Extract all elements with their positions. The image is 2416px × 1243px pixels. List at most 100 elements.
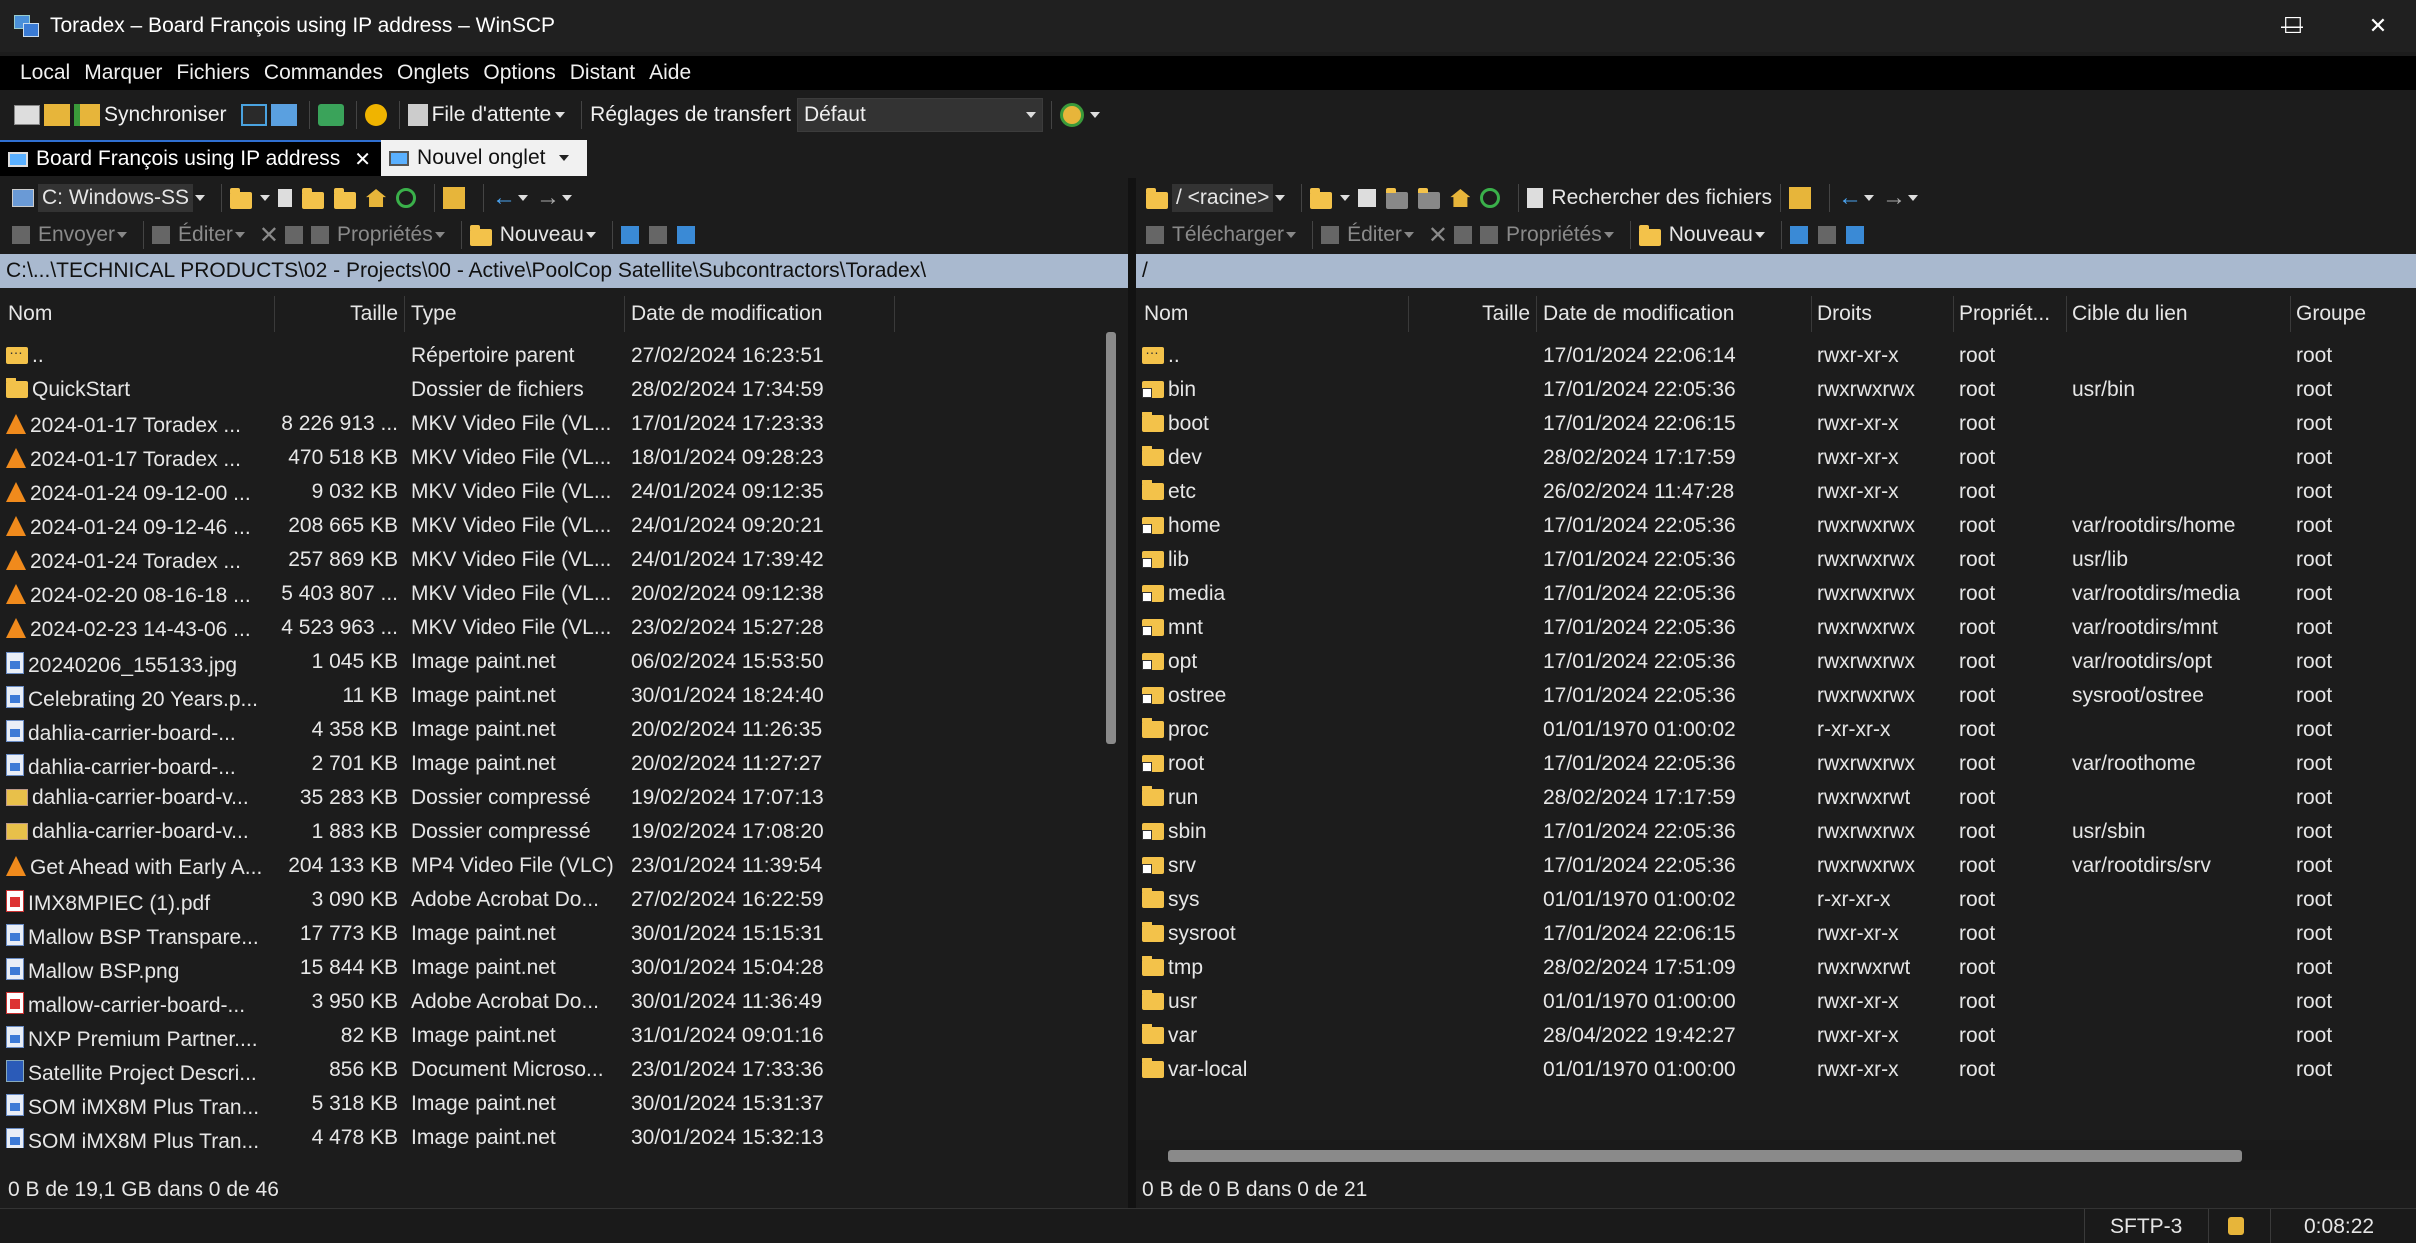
close-button[interactable]: ✕ bbox=[2340, 0, 2416, 52]
unselect-icon[interactable] bbox=[648, 226, 667, 244]
column-divider[interactable] bbox=[274, 296, 275, 332]
root-directory-icon[interactable] bbox=[1418, 187, 1441, 209]
column-group[interactable]: Groupe bbox=[2296, 302, 2366, 326]
new-folder-icon[interactable] bbox=[469, 224, 492, 246]
column-type[interactable]: Type bbox=[411, 302, 457, 326]
column-divider[interactable] bbox=[894, 296, 895, 332]
new-folder-icon[interactable] bbox=[1638, 224, 1661, 246]
upload-icon[interactable] bbox=[12, 226, 30, 244]
root-directory-icon[interactable] bbox=[334, 187, 357, 209]
new-button[interactable]: Nouveau bbox=[500, 223, 584, 247]
find-files-button[interactable]: Rechercher des fichiers bbox=[1551, 186, 1772, 210]
table-row[interactable]: Mallow BSP Transpare... 17 773 KB Image pa… bbox=[0, 918, 1100, 952]
file-filter-icon[interactable] bbox=[278, 189, 293, 207]
queue-dropdown-arrow-icon[interactable] bbox=[555, 112, 566, 118]
table-row[interactable]: dahlia-carrier-board-... 4 358 KB Image pa… bbox=[0, 714, 1100, 748]
delete-icon[interactable]: ✕ bbox=[259, 221, 279, 250]
table-row[interactable]: srv 17/01/2024 22:05:36 rwxrwxrwx root var/r… bbox=[1136, 850, 2416, 884]
transfer-mode-dropdown-arrow-icon[interactable] bbox=[1089, 112, 1100, 118]
column-divider[interactable] bbox=[1811, 296, 1812, 332]
home-icon[interactable] bbox=[366, 189, 387, 207]
column-size[interactable]: Taille bbox=[1414, 302, 1530, 326]
new-tab-dropdown-icon[interactable] bbox=[559, 155, 570, 161]
table-row[interactable]: home 17/01/2024 22:05:36 rwxrwxrwx root var/… bbox=[1136, 510, 2416, 544]
table-row[interactable]: .. 17/01/2024 22:06:14 rwxr-xr-x root root bbox=[1136, 340, 2416, 374]
console-icon[interactable] bbox=[240, 104, 267, 126]
table-row[interactable]: sbin 17/01/2024 22:05:36 rwxrwxrwx root usr/… bbox=[1136, 816, 2416, 850]
table-row[interactable]: 2024-01-17 Toradex ... 470 518 KB MKV Vide… bbox=[0, 442, 1100, 476]
column-name[interactable]: Nom bbox=[8, 302, 52, 326]
forward-arrow-icon[interactable]: → bbox=[1882, 184, 1906, 212]
transfer-mode-icon[interactable] bbox=[1059, 103, 1084, 127]
table-row[interactable]: Celebrating 20 Years.p... 11 KB Image pain… bbox=[0, 680, 1100, 714]
home-icon[interactable] bbox=[1450, 189, 1471, 207]
lock-icon[interactable] bbox=[2228, 1217, 2244, 1235]
menu-distant[interactable]: Distant bbox=[570, 61, 635, 85]
edit-icon[interactable] bbox=[1321, 226, 1340, 244]
find-files-icon[interactable] bbox=[443, 187, 466, 209]
synchronize-icon[interactable] bbox=[74, 104, 100, 126]
preferences-gear-icon[interactable] bbox=[364, 104, 387, 126]
column-divider[interactable] bbox=[2066, 296, 2067, 332]
table-row[interactable]: proc 01/01/1970 01:00:02 r-xr-xr-x root root bbox=[1136, 714, 2416, 748]
table-row[interactable]: mnt 17/01/2024 22:05:36 rwxrwxrwx root var/r… bbox=[1136, 612, 2416, 646]
back-dropdown-icon[interactable] bbox=[1864, 195, 1874, 201]
column-divider[interactable] bbox=[1408, 296, 1409, 332]
new-dropdown-icon[interactable] bbox=[585, 232, 596, 238]
local-path-bar[interactable]: C:\...\TECHNICAL PRODUCTS\02 - Projects\… bbox=[0, 254, 1128, 288]
table-row[interactable]: opt 17/01/2024 22:05:36 rwxrwxrwx root var/r… bbox=[1136, 646, 2416, 680]
transfer-settings-select[interactable]: Défaut bbox=[796, 98, 1043, 132]
upload-dropdown-icon[interactable] bbox=[117, 232, 128, 238]
local-scrollbar-thumb[interactable] bbox=[1106, 332, 1116, 744]
table-row[interactable]: 2024-02-23 14-43-06 ... 4 523 963 ... MKV … bbox=[0, 612, 1100, 646]
forward-dropdown-icon[interactable] bbox=[562, 195, 573, 201]
synchronize-browsing-icon[interactable] bbox=[44, 104, 70, 126]
table-row[interactable]: 2024-01-17 Toradex ... 8 226 913 ... MKV V… bbox=[0, 408, 1100, 442]
open-directory-icon[interactable] bbox=[230, 187, 253, 209]
column-divider[interactable] bbox=[2290, 296, 2291, 332]
edit-button[interactable]: Éditer bbox=[178, 223, 233, 247]
menu-options[interactable]: Options bbox=[483, 61, 555, 85]
tab-close-icon[interactable]: ✕ bbox=[354, 147, 371, 172]
download-dropdown-icon[interactable] bbox=[1286, 232, 1297, 238]
table-row[interactable]: tmp 28/02/2024 17:51:09 rwxrwxrwt root root bbox=[1136, 952, 2416, 986]
menu-marquer[interactable]: Marquer bbox=[84, 61, 162, 85]
column-owner[interactable]: Propriét... bbox=[1959, 302, 2059, 326]
find-files-icon[interactable] bbox=[1527, 188, 1544, 208]
parent-directory-icon[interactable] bbox=[302, 187, 325, 209]
back-arrow-icon[interactable]: ← bbox=[1838, 184, 1862, 212]
delete-icon[interactable]: ✕ bbox=[1428, 221, 1448, 250]
refresh-icon[interactable] bbox=[396, 188, 417, 208]
find-icon[interactable] bbox=[1789, 187, 1811, 209]
column-size[interactable]: Taille bbox=[280, 302, 398, 326]
column-date[interactable]: Date de modification bbox=[631, 302, 822, 326]
table-row[interactable]: 2024-01-24 Toradex ... 257 869 KB MKV Vide… bbox=[0, 544, 1100, 578]
parent-directory-icon[interactable] bbox=[1386, 187, 1409, 209]
table-row[interactable]: Satellite Project Descri... 856 KB Documen… bbox=[0, 1054, 1100, 1088]
panel-splitter[interactable] bbox=[1128, 178, 1136, 1208]
table-row[interactable]: ostree 17/01/2024 22:05:36 rwxrwxrwx root sy… bbox=[1136, 680, 2416, 714]
local-drive-select[interactable]: C: Windows-SS bbox=[38, 184, 194, 212]
edit-button[interactable]: Éditer bbox=[1347, 223, 1402, 247]
putty-icon[interactable] bbox=[270, 104, 297, 126]
table-row[interactable]: 2024-01-24 09-12-46 ... 208 665 KB MKV Vid… bbox=[0, 510, 1100, 544]
table-row[interactable]: bin 17/01/2024 22:05:36 rwxrwxrwx root usr/b… bbox=[1136, 374, 2416, 408]
download-button[interactable]: Télécharger bbox=[1172, 223, 1284, 247]
refresh-icon[interactable] bbox=[1480, 188, 1501, 208]
table-row[interactable]: boot 17/01/2024 22:06:15 rwxr-xr-x root root bbox=[1136, 408, 2416, 442]
new-dropdown-icon[interactable] bbox=[1754, 232, 1765, 238]
properties-dropdown-icon[interactable] bbox=[1603, 232, 1614, 238]
table-row[interactable]: dev 28/02/2024 17:17:59 rwxr-xr-x root root bbox=[1136, 442, 2416, 476]
open-directory-icon[interactable] bbox=[1310, 187, 1333, 209]
column-divider[interactable] bbox=[1953, 296, 1954, 332]
table-row[interactable]: .. Répertoire parent 27/02/2024 16:23:51 bbox=[0, 340, 1100, 374]
tab-new[interactable]: Nouvel onglet bbox=[381, 140, 588, 176]
new-button[interactable]: Nouveau bbox=[1669, 223, 1753, 247]
queue-button[interactable]: File d'attente bbox=[432, 103, 552, 127]
compare-directories-icon[interactable] bbox=[14, 105, 40, 125]
unselect-icon[interactable] bbox=[1817, 226, 1836, 244]
table-row[interactable]: Mallow BSP.png 15 844 KB Image paint.net 30… bbox=[0, 952, 1100, 986]
download-icon[interactable] bbox=[1146, 226, 1164, 244]
table-row[interactable]: 2024-01-24 09-12-00 ... 9 032 KB MKV Video… bbox=[0, 476, 1100, 510]
edit-dropdown-icon[interactable] bbox=[234, 232, 245, 238]
